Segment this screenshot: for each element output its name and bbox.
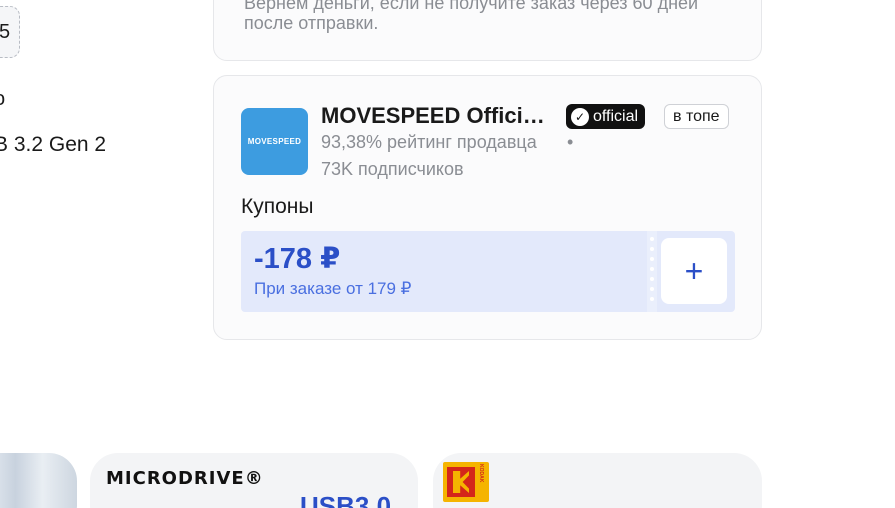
option-badge[interactable]: 5 <box>0 6 20 58</box>
coupon: -178 ₽ При заказе от 179 ₽ + <box>241 231 735 312</box>
official-badge: ✓ official <box>566 104 646 129</box>
seller-card: MOVESPEED MOVESPEED Official Store ✓ off… <box>213 75 762 340</box>
product-tile-text: USB3.0 <box>300 491 392 508</box>
seller-logo-text: MOVESPEED <box>247 137 302 146</box>
coupons-title: Купоны <box>241 195 314 218</box>
brand-logo-text: MICRODRIVE® <box>106 468 264 489</box>
product-tile[interactable]: KODAK <box>433 453 762 508</box>
seller-rating: 93,38% рейтинг продавца <box>321 132 537 152</box>
seller-logo[interactable]: MOVESPEED <box>241 108 308 175</box>
coupon-perforation <box>647 231 657 312</box>
guarantee-text: Вернем деньги, если не получите заказ че… <box>244 0 699 33</box>
spec-text-1: о <box>0 88 5 111</box>
official-badge-label: official <box>593 107 639 125</box>
seller-name[interactable]: MOVESPEED Official Store <box>321 103 556 129</box>
coupon-amount: -178 ₽ <box>254 243 341 275</box>
verified-check-icon: ✓ <box>571 107 589 126</box>
coupon-condition: При заказе от 179 ₽ <box>254 279 412 298</box>
guarantee-card: Вернем деньги, если не получите заказ че… <box>213 0 762 61</box>
product-tile[interactable] <box>0 453 77 508</box>
coupon-body: -178 ₽ При заказе от 179 ₽ <box>241 231 647 312</box>
coupon-add-button[interactable]: + <box>661 238 727 304</box>
kodak-logo-icon: KODAK <box>443 462 489 502</box>
spec-text-2: B 3.2 Gen 2 <box>0 133 107 156</box>
rating-separator: • <box>567 132 574 152</box>
product-tile[interactable]: MICRODRIVE® USB3.0 <box>90 453 418 508</box>
kodak-logo-text: KODAK <box>478 464 484 483</box>
page: 5 о B 3.2 Gen 2 Вернем деньги, если не п… <box>0 0 895 508</box>
option-badge-label: 5 <box>0 21 11 43</box>
seller-subscribers: 73K подписчиков <box>321 159 464 179</box>
top-badge: в топе <box>664 104 729 129</box>
